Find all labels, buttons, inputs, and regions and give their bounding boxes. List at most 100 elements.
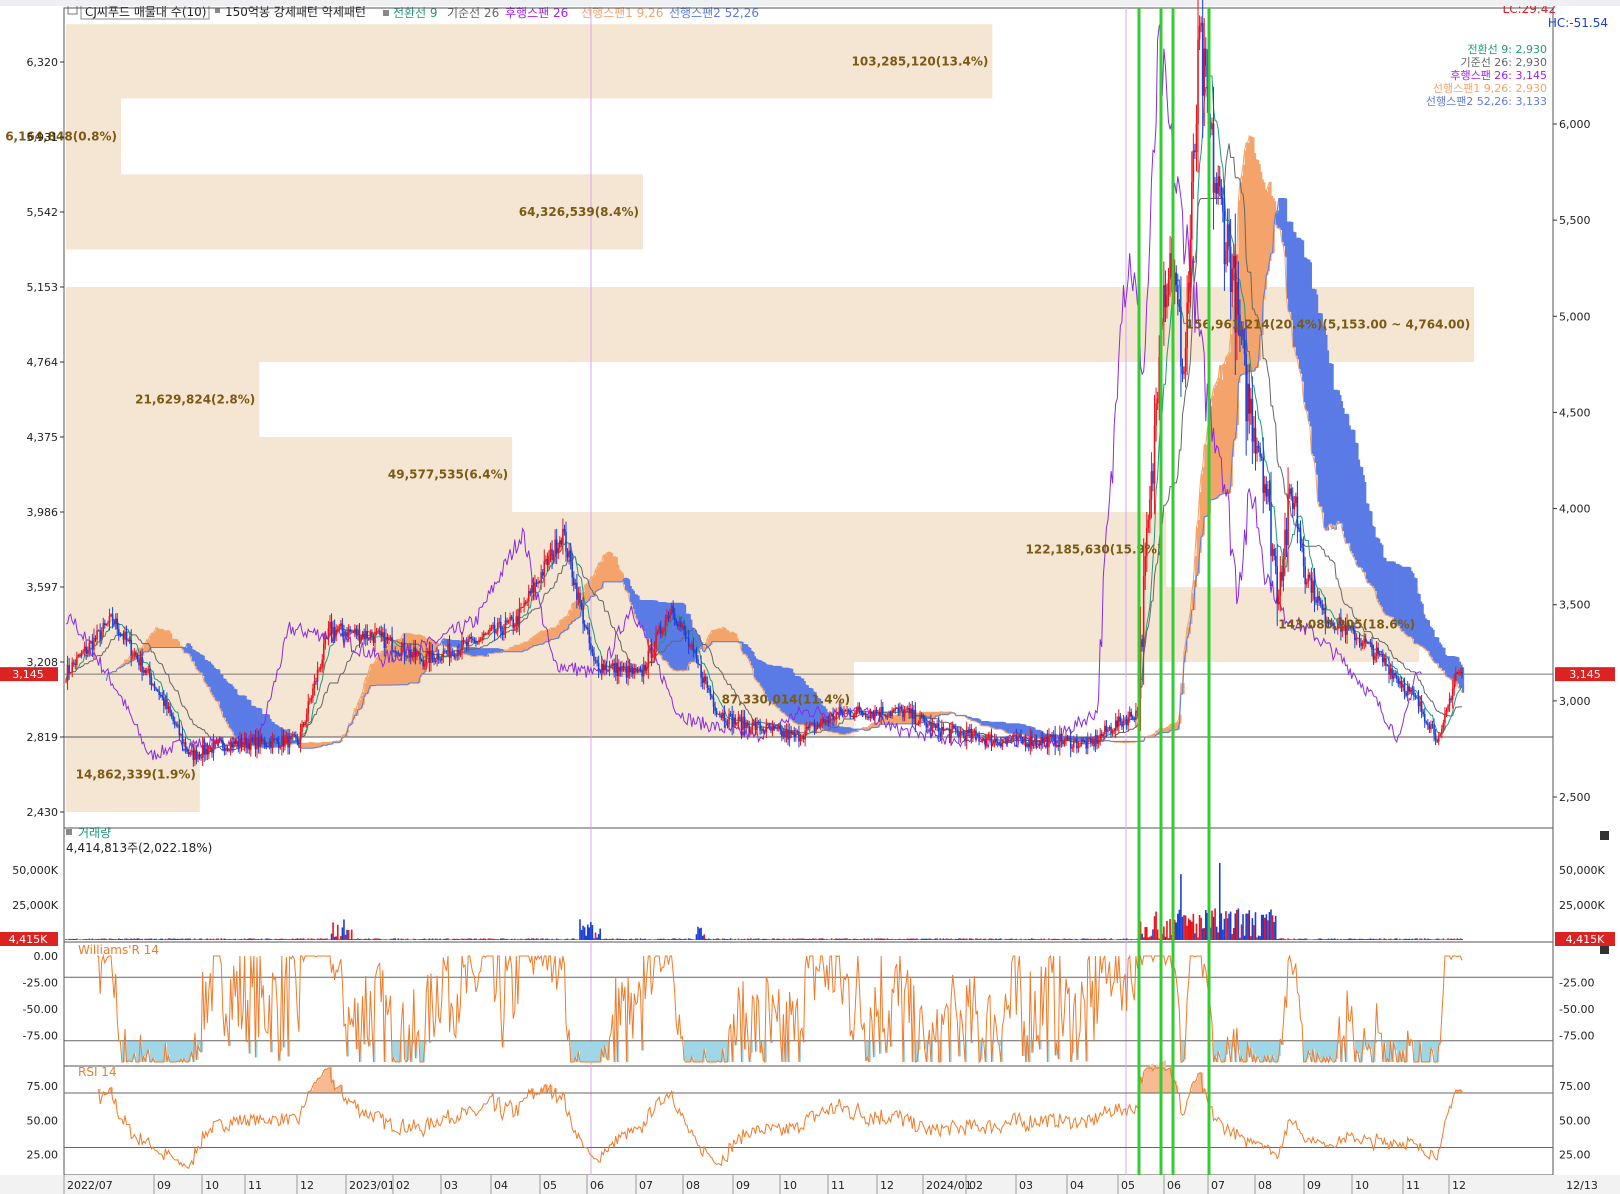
candle-body bbox=[958, 732, 960, 738]
volume-bar bbox=[200, 938, 202, 940]
candle-body bbox=[812, 723, 814, 725]
candle-body bbox=[1385, 657, 1387, 666]
volume-bar bbox=[71, 938, 74, 940]
candle-body bbox=[1231, 268, 1233, 293]
candle-body bbox=[450, 651, 452, 658]
volume-bar bbox=[1340, 938, 1342, 940]
candle-body bbox=[526, 601, 528, 603]
volume-bar bbox=[874, 938, 876, 940]
volume-bar bbox=[1251, 918, 1254, 940]
candle-body bbox=[672, 606, 674, 614]
volume-bar bbox=[436, 938, 438, 940]
volume-bar bbox=[1309, 939, 1311, 940]
candle-body bbox=[902, 709, 904, 718]
candle-body bbox=[97, 630, 100, 632]
volume-bar bbox=[217, 938, 219, 940]
candle-body bbox=[1041, 737, 1044, 744]
candle-body bbox=[1441, 728, 1443, 735]
volume-bar bbox=[1360, 938, 1362, 940]
candle-body bbox=[413, 647, 415, 655]
volume-bar bbox=[624, 939, 626, 940]
candle-body bbox=[338, 625, 341, 630]
volume-bar bbox=[1048, 938, 1050, 940]
candle-body bbox=[532, 585, 535, 593]
candle-body bbox=[1012, 735, 1015, 740]
volume-bar bbox=[1461, 938, 1463, 940]
candle-body bbox=[697, 658, 699, 665]
candle-body bbox=[419, 653, 421, 660]
candle-body bbox=[386, 636, 389, 641]
volume-bar bbox=[1083, 938, 1086, 940]
volume-bar bbox=[414, 939, 417, 940]
volume-bar bbox=[1281, 938, 1283, 940]
candle-body bbox=[731, 714, 733, 727]
candle-body bbox=[1001, 742, 1004, 747]
candle-body bbox=[201, 744, 204, 758]
candle-body bbox=[1313, 580, 1316, 600]
candle-body bbox=[872, 713, 875, 718]
candle-body bbox=[599, 670, 601, 673]
candle-body bbox=[712, 697, 715, 707]
candle-body bbox=[916, 724, 918, 726]
volume-bars bbox=[65, 863, 1463, 940]
volume-bar bbox=[422, 938, 424, 940]
candle-body bbox=[302, 724, 305, 726]
volume-bar bbox=[1293, 938, 1296, 940]
volume-bar bbox=[1192, 913, 1195, 940]
chart-title[interactable]: CJ씨푸드 매물대 수(10) bbox=[85, 5, 206, 19]
volume-bar bbox=[1414, 938, 1417, 940]
candle-body bbox=[903, 709, 906, 718]
candle-body bbox=[152, 684, 154, 686]
volume-bar bbox=[770, 939, 772, 940]
volume-bar bbox=[653, 939, 656, 940]
volume-bar bbox=[1425, 939, 1428, 940]
volume-bar bbox=[88, 938, 91, 940]
volume-bar bbox=[729, 938, 732, 940]
volume-bar bbox=[588, 927, 591, 940]
volume-bar bbox=[1029, 939, 1032, 940]
candle-body bbox=[326, 637, 328, 639]
candle-body bbox=[486, 633, 488, 635]
volume-bar bbox=[818, 938, 820, 940]
candle-body bbox=[383, 632, 386, 649]
rsi-tick-label: 25.00 bbox=[27, 1148, 59, 1161]
volume-bar bbox=[1082, 938, 1084, 940]
volume-bar bbox=[922, 938, 924, 940]
volume-header: 거래량 4,414,813주(2,022.18%) bbox=[66, 826, 212, 855]
volume-bar bbox=[965, 938, 968, 940]
volume-bar bbox=[947, 938, 949, 940]
candle-body bbox=[1382, 654, 1384, 663]
volume-bar bbox=[80, 939, 83, 940]
candle-body bbox=[99, 630, 101, 640]
volume-bar bbox=[1006, 939, 1008, 940]
candle-body bbox=[1074, 739, 1077, 741]
candle-body bbox=[863, 713, 865, 715]
candle-body bbox=[355, 628, 358, 636]
candle-body bbox=[316, 670, 319, 682]
candle-body bbox=[1076, 739, 1078, 749]
candle-body bbox=[655, 633, 657, 648]
candle-body bbox=[990, 734, 993, 746]
candle-body bbox=[641, 669, 643, 677]
candle-body bbox=[658, 626, 660, 631]
candle-body bbox=[343, 631, 345, 637]
volume-bar bbox=[930, 938, 932, 940]
volume-profile-label: 156,961,214(20.4%)(5,153.00 ~ 4,764.00) bbox=[1186, 318, 1471, 332]
candle-body bbox=[543, 560, 546, 576]
volume-bar bbox=[779, 939, 782, 940]
candle-body bbox=[85, 646, 87, 654]
stock-chart[interactable]: CJ씨푸드 매물대 수(10) 150억봉 강세패턴 약세패턴 전환선 9 기준선… bbox=[0, 0, 1620, 1194]
candle-body bbox=[377, 630, 379, 632]
volume-bar bbox=[145, 938, 148, 940]
volume-bar bbox=[619, 938, 622, 940]
candle-body bbox=[1118, 716, 1120, 727]
volume-bar bbox=[920, 938, 923, 940]
candle-body bbox=[1133, 718, 1136, 720]
volume-bar bbox=[322, 938, 325, 940]
candle-body bbox=[119, 634, 122, 636]
volume-bar bbox=[576, 939, 578, 940]
checkbox-icon[interactable] bbox=[67, 4, 78, 15]
volume-bar bbox=[916, 938, 918, 940]
volume-bar bbox=[298, 938, 300, 940]
candle-body bbox=[563, 528, 566, 532]
